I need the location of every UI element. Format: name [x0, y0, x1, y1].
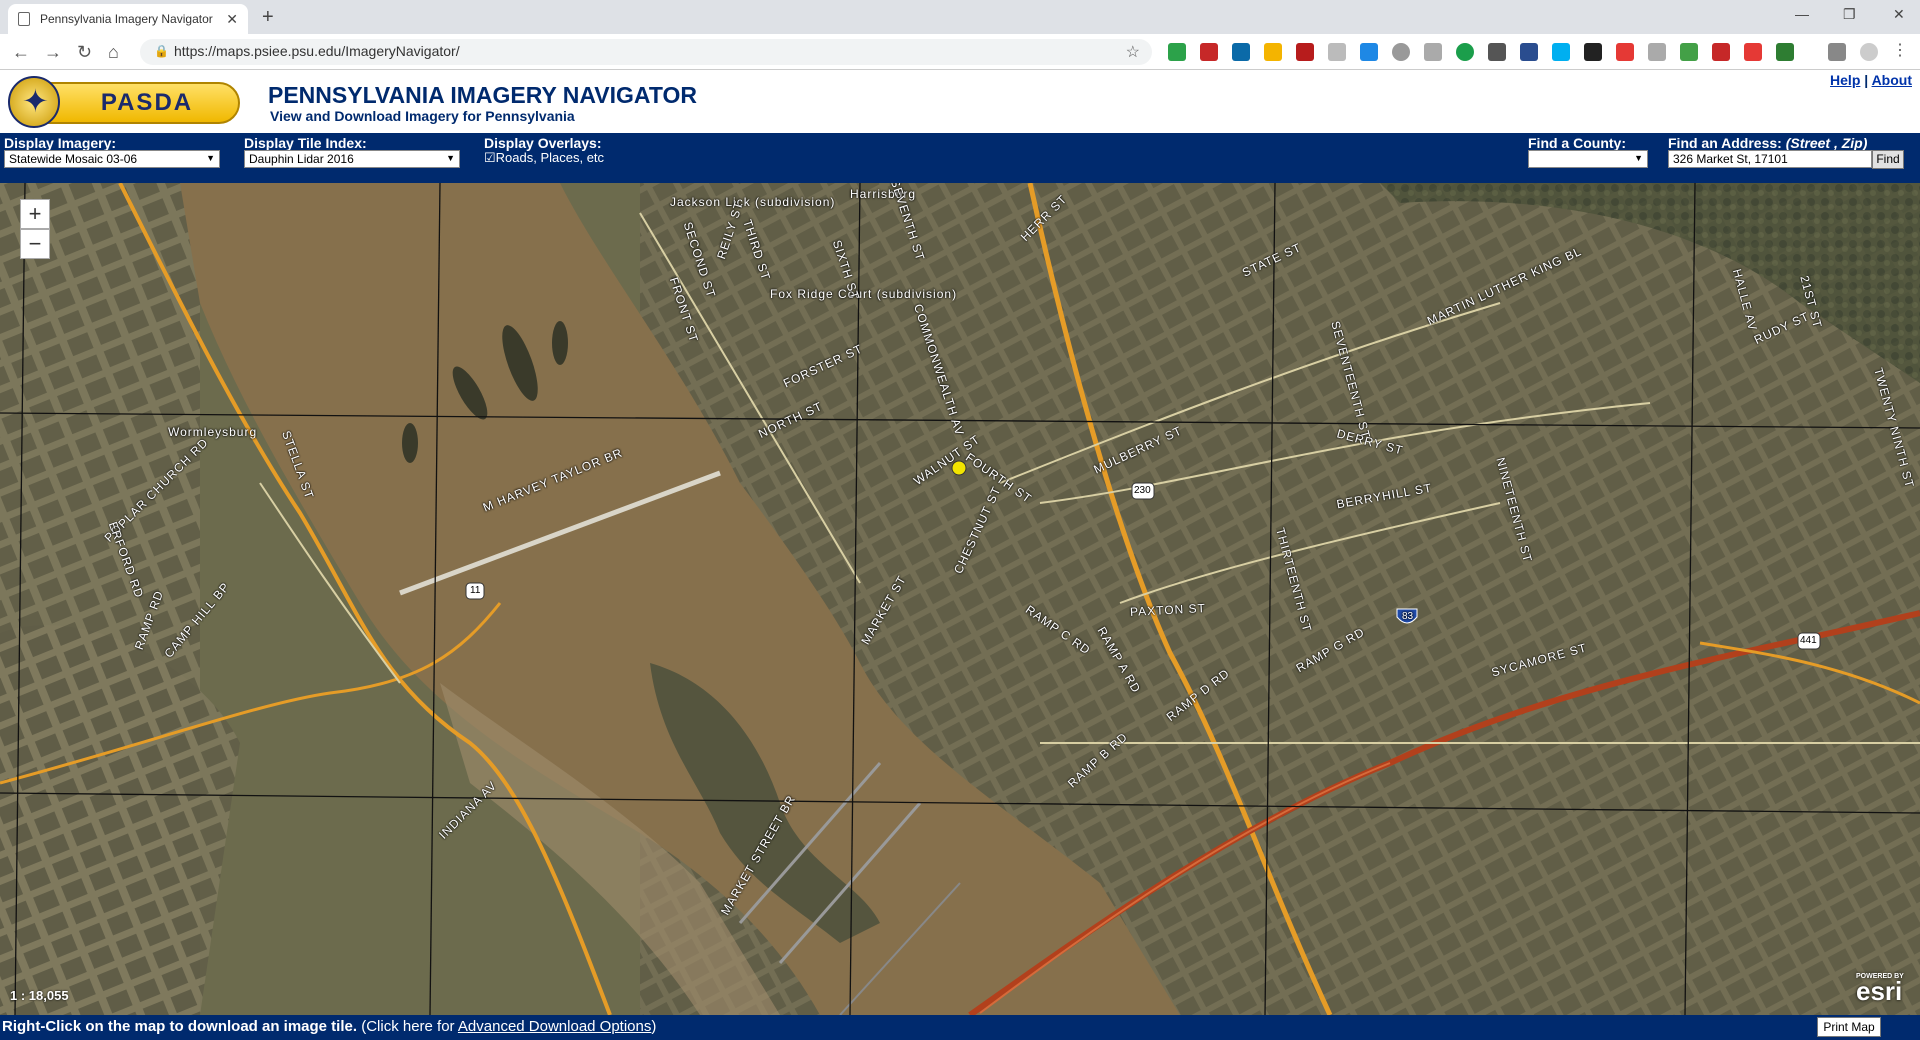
extension-green-icon[interactable] [1456, 43, 1474, 61]
extension-red-icon[interactable] [1200, 43, 1218, 61]
route-11-label: 11 [470, 585, 481, 596]
browser-tab[interactable]: Pennsylvania Imagery Navigator ✕ [8, 4, 248, 34]
tile-index-select[interactable]: Dauphin Lidar 2016 [244, 150, 460, 168]
tile-index-label: Display Tile Index: [244, 135, 367, 151]
map-label: Fox Ridge Court (subdivision) [770, 287, 958, 301]
back-icon[interactable]: ← [12, 42, 30, 63]
drive-icon[interactable] [1264, 43, 1282, 61]
extension-gray-icon[interactable] [1328, 43, 1346, 61]
profile-icon[interactable] [1860, 43, 1878, 61]
address-input[interactable]: 326 Market St, 17101 [1668, 150, 1872, 168]
address-bar[interactable]: 🔒 https://maps.psiee.psu.edu/ImageryNavi… [140, 39, 1152, 65]
bookmark-star-icon[interactable]: ☆ [1126, 42, 1140, 62]
app-header: PASDA PENNSYLVANIA IMAGERY NAVIGATOR Vie… [0, 70, 1920, 133]
esri-logo: POWERED BY esri [1856, 973, 1904, 1006]
help-link[interactable]: Help [1830, 72, 1860, 88]
restore-icon[interactable]: ❐ [1843, 6, 1856, 23]
control-bar: Display Imagery: Statewide Mosaic 03-06 … [0, 133, 1920, 183]
evernote-icon[interactable] [1168, 43, 1186, 61]
overlays-checkbox[interactable]: ☑Roads, Places, etc [484, 150, 604, 166]
home-icon[interactable]: ⌂ [108, 42, 119, 63]
address-hint: (Street , Zip) [1785, 135, 1868, 151]
print-map-button[interactable]: Print Map [1817, 1017, 1881, 1037]
cloud-icon[interactable] [1424, 43, 1442, 61]
download-instruction: Right-Click on the map to download an im… [2, 1018, 358, 1035]
zoom-in-button[interactable]: + [20, 199, 50, 229]
county-select[interactable] [1528, 150, 1648, 168]
news-icon[interactable] [1520, 43, 1538, 61]
map-label: Jackson Lick (subdivision) [670, 195, 836, 209]
menu-icon[interactable]: ⋮ [1892, 43, 1910, 61]
extension-red2-icon[interactable] [1744, 43, 1762, 61]
download-icon[interactable] [1776, 43, 1794, 61]
find-button[interactable]: Find [1872, 150, 1904, 169]
extension-black-icon[interactable] [1584, 43, 1602, 61]
address-label: Find an Address: (Street , Zip) [1668, 135, 1868, 151]
header-links: Help | About [1830, 72, 1912, 88]
about-link[interactable]: About [1872, 72, 1912, 88]
extension-icons: ⋮ [1168, 43, 1910, 61]
skype-icon[interactable] [1552, 43, 1570, 61]
dropbox-icon[interactable] [1360, 43, 1378, 61]
extension-bar-icon[interactable] [1712, 43, 1730, 61]
timer-icon[interactable] [1616, 43, 1634, 61]
page-subtitle: View and Download Imagery for Pennsylvan… [270, 108, 575, 124]
advanced-download-link[interactable]: Advanced Download Options [458, 1018, 651, 1035]
browser-toolbar: ← → ↻ ⌂ 🔒 https://maps.psiee.psu.edu/Ima… [0, 34, 1920, 70]
browser-tab-bar: Pennsylvania Imagery Navigator ✕ + — ❐ ✕ [0, 0, 1920, 34]
forward-icon[interactable]: → [44, 42, 62, 63]
cast-icon[interactable] [1828, 43, 1846, 61]
reload-icon[interactable]: ↻ [77, 42, 92, 63]
lock-icon: 🔒 [154, 44, 169, 58]
zoom-out-button[interactable]: − [20, 229, 50, 259]
map-label: Wormleysburg [168, 425, 258, 439]
route-441-label: 441 [1800, 635, 1817, 646]
county-label: Find a County: [1528, 135, 1626, 151]
new-tab-icon[interactable]: + [262, 6, 274, 29]
extension-dark-icon[interactable] [1488, 43, 1506, 61]
aerial-imagery [0, 183, 1920, 1015]
url-text: https://maps.psiee.psu.edu/ImageryNaviga… [174, 43, 460, 59]
overlays-label: Display Overlays: [484, 135, 602, 151]
footer-bar: Right-Click on the map to download an im… [0, 1015, 1920, 1040]
pasda-logo[interactable]: PASDA [6, 76, 240, 128]
extension-s-icon[interactable] [1232, 43, 1250, 61]
colorful-icon[interactable] [1680, 43, 1698, 61]
map-view[interactable]: Harrisburg Jackson Lick (subdivision) Fo… [0, 183, 1920, 1015]
display-imagery-select[interactable]: Statewide Mosaic 03-06 [4, 150, 220, 168]
route-230-label: 230 [1134, 485, 1151, 496]
window-close-icon[interactable]: ✕ [1893, 6, 1905, 23]
page-icon [18, 12, 30, 26]
page-title: PENNSYLVANIA IMAGERY NAVIGATOR [268, 82, 697, 108]
map-scale: 1 : 18,055 [10, 988, 69, 1003]
display-imagery-label: Display Imagery: [4, 135, 117, 151]
compass-icon [8, 76, 60, 128]
minimize-icon[interactable]: — [1795, 6, 1809, 22]
link-separator: | [1864, 72, 1869, 88]
extension-circle-icon[interactable] [1392, 43, 1410, 61]
close-tab-icon[interactable]: ✕ [226, 11, 238, 28]
route-83-label: 83 [1402, 611, 1414, 622]
tab-title: Pennsylvania Imagery Navigator [40, 12, 213, 26]
pdf-icon[interactable] [1296, 43, 1314, 61]
extension-g-icon[interactable] [1648, 43, 1666, 61]
